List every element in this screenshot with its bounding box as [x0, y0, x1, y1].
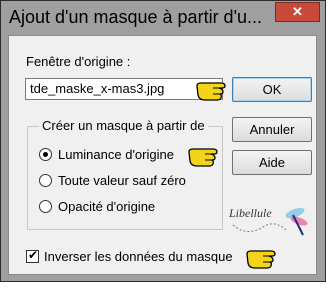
window-title: Ajout d'un masque à partir d'u...: [9, 7, 263, 27]
radio-label: Opacité d'origine: [58, 199, 156, 214]
radio-label: Luminance d'origine: [58, 147, 174, 162]
dialog-window: Ajout d'un masque à partir d'u... ✕ Fenê…: [0, 0, 326, 282]
close-icon: ✕: [292, 4, 303, 19]
help-button[interactable]: Aide: [232, 150, 312, 175]
dialog-content: Fenêtre d'origine : tde_maske_x-mas3.jpg…: [8, 35, 317, 275]
ok-button[interactable]: OK: [232, 77, 312, 102]
checkbox: [26, 248, 39, 263]
radio-button: [39, 148, 52, 161]
mask-source-group-title: Créer un masque à partir de: [39, 118, 208, 133]
pointing-hand-icon: [246, 250, 276, 269]
dragonfly-icon: Libellule: [228, 206, 308, 236]
watermark-text: Libellule: [228, 206, 272, 220]
pointing-hand-icon: [188, 148, 218, 167]
radio-button: [39, 174, 52, 187]
radio-any-non-zero[interactable]: Toute valeur sauf zéro: [39, 173, 186, 188]
radio-label: Toute valeur sauf zéro: [58, 173, 186, 188]
radio-luminance[interactable]: Luminance d'origine: [39, 147, 174, 162]
source-window-select[interactable]: tde_maske_x-mas3.jpg: [25, 78, 223, 100]
cancel-button[interactable]: Annuler: [232, 117, 312, 142]
pointing-hand-icon: [196, 82, 226, 101]
radio-opacity[interactable]: Opacité d'origine: [39, 199, 155, 214]
close-button[interactable]: ✕: [275, 2, 320, 22]
invert-mask-checkbox[interactable]: Inverser les données du masque: [26, 248, 233, 264]
source-window-label: Fenêtre d'origine :: [26, 54, 131, 69]
invert-mask-label: Inverser les données du masque: [44, 249, 233, 264]
radio-button: [39, 200, 52, 213]
